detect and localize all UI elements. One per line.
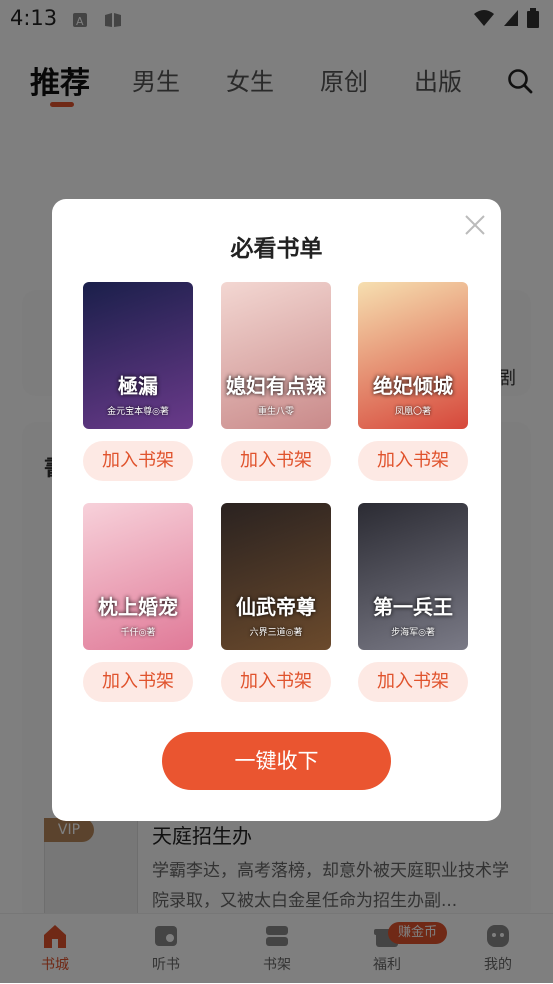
add-to-shelf-button[interactable]: 加入书架 xyxy=(83,441,193,481)
add-to-shelf-button[interactable]: 加入书架 xyxy=(221,441,331,481)
cover-title: 第一兵王 xyxy=(373,595,453,619)
book-item: 第一兵王步海军◎著 加入书架 xyxy=(358,503,470,702)
cover-title: 枕上婚宠 xyxy=(98,595,178,619)
cover-subtitle: 六界三道◎著 xyxy=(249,628,303,638)
cover-title: 仙武帝尊 xyxy=(236,595,316,619)
cover-subtitle: 步海军◎著 xyxy=(391,628,435,638)
book-item: 枕上婚宠千仟◎著 加入书架 xyxy=(83,503,195,702)
must-read-dialog: 必看书单 極漏金元宝本尊◎著 加入书架 媳妇有点辣重生八零 加入书架 绝妃倾城凤… xyxy=(52,199,501,821)
cover-subtitle: 千仟◎著 xyxy=(120,628,156,638)
book-cover[interactable]: 枕上婚宠千仟◎著 xyxy=(83,503,193,650)
add-to-shelf-button[interactable]: 加入书架 xyxy=(358,662,468,702)
cover-subtitle: 重生八零 xyxy=(257,407,294,417)
cover-title: 绝妃倾城 xyxy=(373,374,453,398)
book-cover[interactable]: 仙武帝尊六界三道◎著 xyxy=(221,503,331,650)
cover-title: 媳妇有点辣 xyxy=(226,374,326,398)
book-cover[interactable]: 媳妇有点辣 重生八零 xyxy=(221,282,331,429)
cover-subtitle: 凤凰〇著 xyxy=(394,407,431,417)
book-cover[interactable]: 绝妃倾城 凤凰〇著 xyxy=(358,282,468,429)
add-to-shelf-button[interactable]: 加入书架 xyxy=(358,441,468,481)
book-cover[interactable]: 第一兵王步海军◎著 xyxy=(358,503,468,650)
close-icon[interactable] xyxy=(463,213,487,237)
cover-title: 極漏 xyxy=(118,374,158,398)
book-item: 仙武帝尊六界三道◎著 加入书架 xyxy=(221,503,333,702)
book-item: 绝妃倾城凤凰〇著 加入书架 xyxy=(358,282,470,481)
book-item: 極漏金元宝本尊◎著 加入书架 xyxy=(83,282,195,481)
dialog-title: 必看书单 xyxy=(230,236,323,262)
add-to-shelf-button[interactable]: 加入书架 xyxy=(83,662,193,702)
add-to-shelf-button[interactable]: 加入书架 xyxy=(221,662,331,702)
book-item: 媳妇有点辣重生八零 加入书架 xyxy=(221,282,333,481)
collect-all-button[interactable]: 一键收下 xyxy=(162,732,391,790)
book-cover[interactable]: 極漏金元宝本尊◎著 xyxy=(83,282,193,429)
cover-subtitle: 金元宝本尊◎著 xyxy=(107,407,169,417)
